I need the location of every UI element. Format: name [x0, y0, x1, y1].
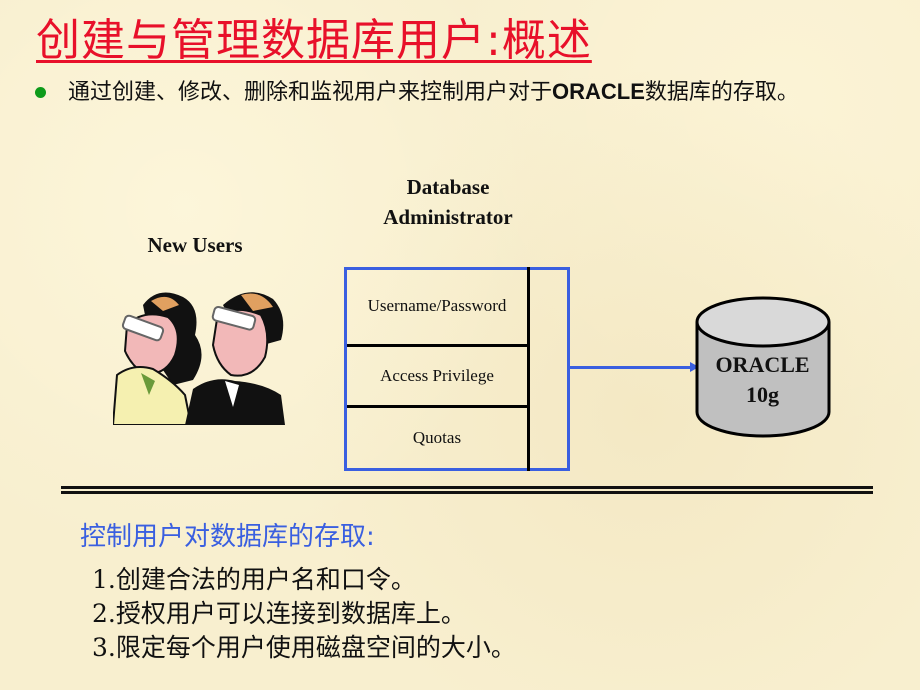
- database-label: ORACLE 10g: [700, 350, 825, 410]
- admin-item-username-password: Username/Password: [367, 296, 507, 315]
- admin-item-access-privilege: Access Privilege: [380, 366, 494, 385]
- woman-figure: [113, 292, 202, 425]
- bullet-text-suffix: 数据库的存取。: [644, 80, 799, 105]
- dba-label-line2: Administrator: [383, 205, 513, 229]
- bullet-dot-icon: [35, 87, 46, 98]
- separator-line: [61, 491, 873, 494]
- summary-item: 3.限定每个用户使用磁盘空间的大小。: [92, 633, 516, 662]
- admin-item-quotas: Quotas: [412, 428, 462, 447]
- summary-heading: 控制用户对数据库的存取:: [80, 522, 375, 552]
- separator-line: [61, 486, 873, 489]
- bullet-text-oracle: ORACLE: [552, 79, 645, 104]
- summary-item: 1.创建合法的用户名和口令。: [92, 565, 416, 594]
- dba-label: Database Administrator: [348, 172, 548, 232]
- admin-row-divider: [347, 405, 530, 408]
- connector-line: [567, 366, 692, 369]
- database-label-line2: 10g: [746, 382, 779, 407]
- slide-title: 创建与管理数据库用户:概述: [36, 15, 592, 66]
- dba-label-line1: Database: [406, 175, 490, 199]
- bullet-text: 通过创建、修改、删除和监视用户来控制用户对于ORACLE数据库的存取。: [68, 76, 888, 108]
- admin-box-divider: [527, 267, 530, 471]
- database-label-line1: ORACLE: [715, 352, 810, 377]
- new-users-illustration: [113, 292, 285, 425]
- summary-item: 2.授权用户可以连接到数据库上。: [92, 599, 466, 628]
- new-users-label: New Users: [147, 233, 243, 257]
- bullet-text-prefix: 通过创建、修改、删除和监视用户来控制用户对于: [68, 80, 553, 105]
- admin-row-divider: [347, 344, 530, 347]
